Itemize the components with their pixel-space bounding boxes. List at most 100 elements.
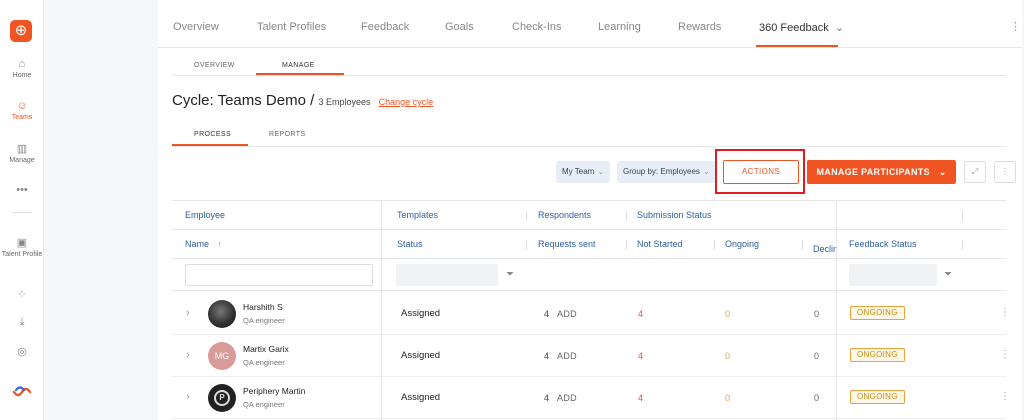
header-name[interactable]: Name ↑ — [185, 239, 222, 249]
apps-grid-icon: ⁘ — [17, 289, 27, 301]
declined-count: 0 — [814, 393, 820, 403]
app-logo-icon[interactable]: ⊕ — [10, 20, 32, 42]
header-templates: Templates — [397, 210, 439, 220]
rail-item-talent-profile[interactable]: ▣ Talent Profile — [0, 236, 44, 258]
requests-count: 4 — [544, 309, 550, 319]
rail-item-manage[interactable]: ▥ Manage — [0, 142, 44, 164]
tab-overview[interactable]: Overview — [173, 21, 219, 33]
add-respondent-button[interactable]: ADD — [557, 309, 577, 319]
header-declined[interactable]: Declined — [813, 244, 837, 254]
tab-process[interactable]: PROCESS — [194, 131, 231, 138]
tab-rewards[interactable]: Rewards — [678, 21, 721, 33]
requests-sent: 4 ADD — [544, 393, 577, 403]
rail-item-teams[interactable]: ☺ Teams — [0, 100, 44, 121]
add-respondent-button[interactable]: ADD — [557, 351, 577, 361]
filter-icon[interactable]: ⏷ — [506, 269, 514, 280]
employee-name[interactable]: Periphery Martin — [243, 386, 305, 396]
expand-icon[interactable]: ⤢ — [964, 161, 986, 183]
sort-ascending-icon: ↑ — [217, 239, 223, 249]
table-row[interactable]: › P Periphery Martin QA engineer Assigne… — [172, 377, 1010, 419]
requests-sent: 4 ADD — [544, 309, 577, 319]
table-column-header: Name ↑ Status Requests sent Not Started … — [172, 230, 1006, 259]
tab-label: 360 Feedback — [759, 22, 829, 34]
top-nav: Overview Talent Profiles Feedback Goals … — [158, 0, 1022, 50]
expand-row-icon[interactable]: › — [186, 307, 190, 319]
header-status[interactable]: Status — [397, 239, 423, 249]
table-row[interactable]: › Harshith S QA engineer Assigned 4 ADD 4… — [172, 293, 1010, 335]
subtab-overview[interactable]: OVERVIEW — [194, 62, 235, 69]
header-submission-status: Submission Status — [637, 210, 712, 220]
actions-button[interactable]: ACTIONS — [723, 160, 799, 184]
tab-reports[interactable]: REPORTS — [269, 131, 306, 138]
filter-row: ⏷ ⏷ — [172, 259, 1006, 291]
column-divider — [626, 211, 627, 221]
tab-goals[interactable]: Goals — [445, 21, 474, 33]
header-requests-sent[interactable]: Requests sent — [538, 239, 596, 249]
rail-item-download[interactable]: ⤓ — [0, 316, 44, 331]
rail-item-label: Teams — [11, 114, 33, 121]
subtab-manage[interactable]: MANAGE — [282, 62, 315, 69]
tab-feedback[interactable]: Feedback — [361, 21, 409, 33]
my-team-dropdown[interactable]: My Team ⌄ — [556, 161, 611, 183]
settings-icon: ◎ — [17, 346, 27, 358]
cycle-name: Cycle: Teams Demo / — [172, 92, 315, 109]
header-feedback-status[interactable]: Feedback Status — [849, 239, 917, 249]
header-employee: Employee — [185, 210, 226, 220]
filter-icon[interactable]: ⏷ — [944, 269, 952, 280]
table-row[interactable]: › MG Martix Garix QA engineer Assigned 4… — [172, 335, 1010, 377]
ongoing-count: 0 — [725, 309, 731, 319]
rail-divider — [12, 212, 32, 213]
active-subtab-indicator — [256, 73, 344, 75]
employee-name[interactable]: Martix Garix — [243, 344, 289, 354]
change-cycle-link[interactable]: Change cycle — [379, 97, 434, 107]
employee-count: 3 Employees — [318, 97, 371, 107]
requests-count: 4 — [544, 393, 550, 403]
column-divider — [714, 240, 715, 250]
expand-row-icon[interactable]: › — [186, 391, 190, 403]
more-options-icon[interactable]: ⋮ — [1010, 20, 1021, 33]
employee-name[interactable]: Harshith S — [243, 302, 283, 312]
dropdown-label: My Team — [562, 167, 595, 176]
avatar — [208, 300, 236, 328]
requests-count: 4 — [544, 351, 550, 361]
feedback-status-filter-select[interactable] — [849, 264, 937, 286]
rail-item-label: Manage — [9, 157, 35, 164]
status-filter-select[interactable] — [396, 264, 498, 286]
not-started-count: 4 — [638, 351, 644, 361]
expand-row-icon[interactable]: › — [186, 349, 190, 361]
add-respondent-button[interactable]: ADD — [557, 393, 577, 403]
declined-count: 0 — [814, 351, 820, 361]
rail-item-home[interactable]: ⌂ Home — [0, 58, 44, 79]
template-status: Assigned — [401, 308, 441, 319]
group-by-dropdown[interactable]: Group by: Employees ⌄ — [617, 161, 716, 183]
not-started-count: 4 — [638, 393, 644, 403]
row-more-icon[interactable]: ⋮ — [1000, 391, 1010, 402]
rail-item-apps[interactable]: ⁘ — [0, 288, 44, 303]
button-label: MANAGE PARTICIPANTS — [816, 167, 930, 177]
rail-item-more[interactable]: ••• — [0, 184, 44, 198]
tab-talent-profiles[interactable]: Talent Profiles — [257, 21, 326, 33]
row-more-icon[interactable]: ⋮ — [1000, 349, 1010, 360]
toolbar-more-icon[interactable]: ⋮ — [994, 161, 1016, 183]
brand-logo-icon — [12, 386, 32, 397]
process-tabs: PROCESS REPORTS — [172, 127, 1006, 147]
header-ongoing[interactable]: Ongoing — [725, 239, 759, 249]
table-group-header: Employee Templates Respondents Submissio… — [172, 201, 1006, 230]
page-title: Cycle: Teams Demo / 3 Employees Change c… — [172, 92, 433, 109]
tab-check-ins[interactable]: Check-Ins — [512, 21, 562, 33]
rail-item-settings[interactable]: ◎ — [0, 345, 44, 360]
avatar: P — [208, 384, 236, 412]
name-filter-input[interactable] — [185, 264, 373, 286]
tab-360-feedback[interactable]: 360 Feedback ⌄ — [759, 21, 844, 34]
home-icon: ⌂ — [18, 58, 26, 70]
header-not-started[interactable]: Not Started — [637, 239, 683, 249]
template-status: Assigned — [401, 350, 441, 361]
sub-tabs: OVERVIEW MANAGE — [172, 56, 1006, 76]
header-label: Name — [185, 239, 210, 249]
rail-item-label: Talent Profile — [1, 251, 43, 258]
row-more-icon[interactable]: ⋮ — [1000, 307, 1010, 318]
more-icon: ••• — [16, 184, 28, 196]
manage-participants-button[interactable]: MANAGE PARTICIPANTS ⌄ — [807, 160, 956, 184]
column-divider — [626, 240, 627, 250]
tab-learning[interactable]: Learning — [598, 21, 641, 33]
